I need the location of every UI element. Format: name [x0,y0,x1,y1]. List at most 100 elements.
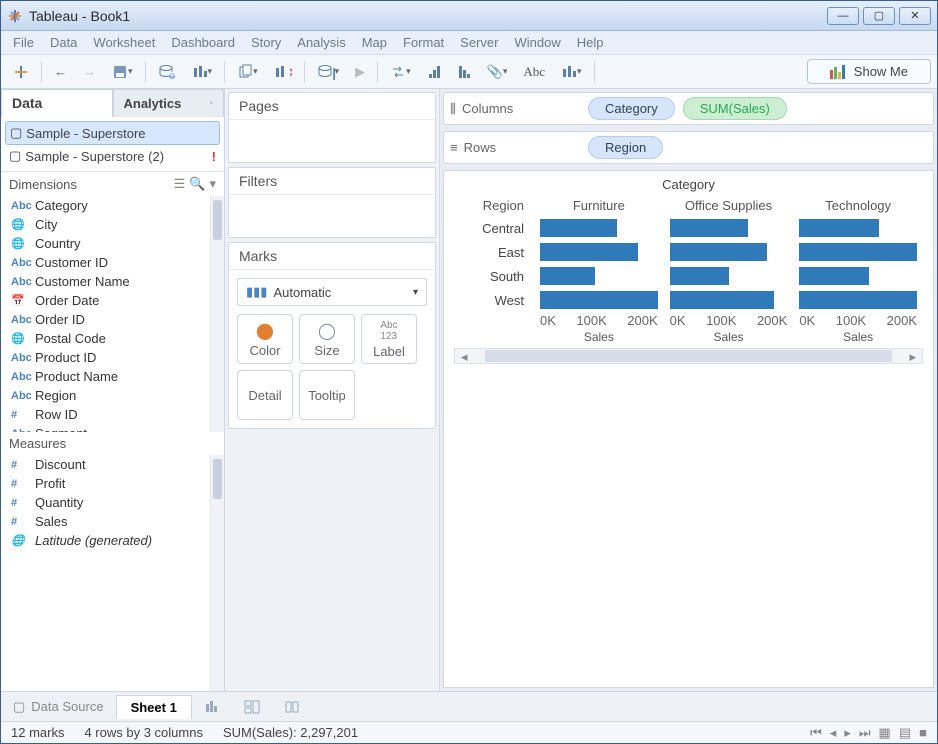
show-me-label: Show Me [854,64,908,79]
field-item[interactable]: AbcCustomer Name [1,272,210,291]
forward-button[interactable]: → [77,60,102,83]
save-button[interactable] [106,60,139,84]
marks-tooltip-button[interactable]: Tooltip [299,370,355,420]
filters-card[interactable]: Filters [228,167,436,238]
status-aggregate: SUM(Sales): 2,297,201 [223,725,358,740]
menu-icon[interactable]: ▾ [209,176,216,192]
new-worksheet-button[interactable] [186,60,219,84]
horizontal-scrollbar[interactable]: ◂▸ [454,348,923,364]
datasource-icon: ▢ [9,148,21,164]
columns-shelf[interactable]: ⫼Columns Category SUM(Sales) [443,92,934,125]
cards-panel: Pages Filters Marks ▮▮▮ Automatic ⬤Color… [225,89,440,691]
menu-data[interactable]: Data [50,35,77,50]
field-item[interactable]: 🌐Postal Code [1,329,210,348]
search-icon[interactable]: 🔍 [189,176,205,192]
label-icon: Abc123 [380,320,397,342]
data-source-tab[interactable]: ▢Data Source [1,695,116,719]
field-item[interactable]: 📅Order Date [1,291,210,310]
data-source-list: ▢ Sample - Superstore ▢ Sample - Superst… [1,117,224,172]
close-button[interactable]: ✕ [899,7,931,25]
field-item[interactable]: 🌐Country [1,234,210,253]
chart[interactable]: Category RegionFurnitureOffice SuppliesT… [443,170,934,688]
app-window: Tableau - Book1 — ▢ ✕ File Data Workshee… [0,0,938,744]
menu-server[interactable]: Server [460,35,498,50]
menu-file[interactable]: File [13,35,34,50]
field-item[interactable]: AbcSegment [1,424,210,432]
scrollbar[interactable] [210,196,224,432]
sort-desc-button[interactable] [451,61,477,83]
menu-story[interactable]: Story [251,35,281,50]
field-item[interactable]: #Discount [1,455,210,474]
marks-detail-button[interactable]: Detail [237,370,293,420]
nav-first-icon[interactable]: ⏮ [810,725,822,741]
pages-card[interactable]: Pages [228,92,436,163]
sort-asc-button[interactable] [421,61,447,83]
data-source-item[interactable]: ▢ Sample - Superstore [5,121,220,145]
field-item[interactable]: #Profit [1,474,210,493]
minimize-button[interactable]: — [827,7,859,25]
nav-last-icon[interactable]: ⏭ [859,725,871,741]
menu-help[interactable]: Help [577,35,604,50]
menu-format[interactable]: Format [403,35,444,50]
field-item[interactable]: #Quantity [1,493,210,512]
scrollbar[interactable] [210,455,224,691]
titlebar: Tableau - Book1 — ▢ ✕ [1,1,937,31]
new-worksheet-icon[interactable] [192,696,232,718]
rows-shelf[interactable]: ≡Rows Region [443,131,934,164]
view-film-icon[interactable]: ▤ [899,725,911,741]
field-item[interactable]: AbcRegion [1,386,210,405]
menu-analysis[interactable]: Analysis [297,35,345,50]
nav-next-icon[interactable]: ▸ [844,725,851,741]
field-item[interactable]: AbcProduct ID [1,348,210,367]
nav-prev-icon[interactable]: ◂ [830,725,837,741]
fit-button[interactable] [555,60,588,84]
swap-button[interactable] [384,60,417,84]
field-item[interactable]: AbcCategory [1,196,210,215]
pin-button[interactable]: 📎 [481,60,514,84]
field-item[interactable]: AbcCustomer ID [1,253,210,272]
data-sidebar: Data Analytics◦ ▢ Sample - Superstore ▢ … [1,89,225,691]
tab-analytics[interactable]: Analytics◦ [113,89,225,117]
pill-sum-sales[interactable]: SUM(Sales) [683,97,787,120]
duplicate-sheet-button[interactable] [231,60,264,84]
marks-type-dropdown[interactable]: ▮▮▮ Automatic [237,278,427,306]
run-update-button[interactable]: ▶ [349,60,371,84]
maximize-button[interactable]: ▢ [863,7,895,25]
field-item[interactable]: 🌐Latitude (generated) [1,531,210,550]
pill-region[interactable]: Region [588,136,663,159]
new-datasource-button[interactable]: + [152,60,182,84]
tab-data[interactable]: Data [1,89,113,117]
marks-size-button[interactable]: ◯Size [299,314,355,364]
pill-category[interactable]: Category [588,97,675,120]
field-item[interactable]: #Row ID [1,405,210,424]
tableau-logo-icon[interactable] [7,60,35,84]
dimensions-list: AbcCategory🌐City🌐CountryAbcCustomer IDAb… [1,196,210,432]
new-story-icon[interactable] [272,696,312,718]
view-grid-icon[interactable]: ▦ [879,725,891,741]
view-icon[interactable]: ☰ [174,176,186,192]
data-source-item[interactable]: ▢ Sample - Superstore (2) ! [5,145,220,167]
field-item[interactable]: 🌐City [1,215,210,234]
size-icon: ◯ [318,321,336,341]
window-title: Tableau - Book1 [29,8,827,24]
viz-area: ⫼Columns Category SUM(Sales) ≡Rows Regio… [440,89,937,691]
field-item[interactable]: #Sales [1,512,210,531]
show-me-button[interactable]: Show Me [807,59,931,84]
show-labels-button[interactable]: Abc [517,60,551,84]
clear-sheet-button[interactable]: ✕ [268,60,298,84]
bar-icon: ▮▮▮ [246,284,267,300]
view-full-icon[interactable]: ■ [919,725,927,741]
menu-worksheet[interactable]: Worksheet [93,35,155,50]
field-item[interactable]: AbcProduct Name [1,367,210,386]
sheet-tab[interactable]: Sheet 1 [116,695,192,719]
auto-updates-button[interactable]: ❚❚ [311,60,346,84]
marks-label-button[interactable]: Abc123Label [361,314,417,364]
menu-map[interactable]: Map [362,35,387,50]
back-button[interactable]: ← [48,60,73,83]
new-dashboard-icon[interactable] [232,696,272,718]
field-item[interactable]: AbcOrder ID [1,310,210,329]
svg-text:❚❚: ❚❚ [330,66,335,80]
menu-dashboard[interactable]: Dashboard [171,35,235,50]
menu-window[interactable]: Window [514,35,560,50]
marks-color-button[interactable]: ⬤Color [237,314,293,364]
